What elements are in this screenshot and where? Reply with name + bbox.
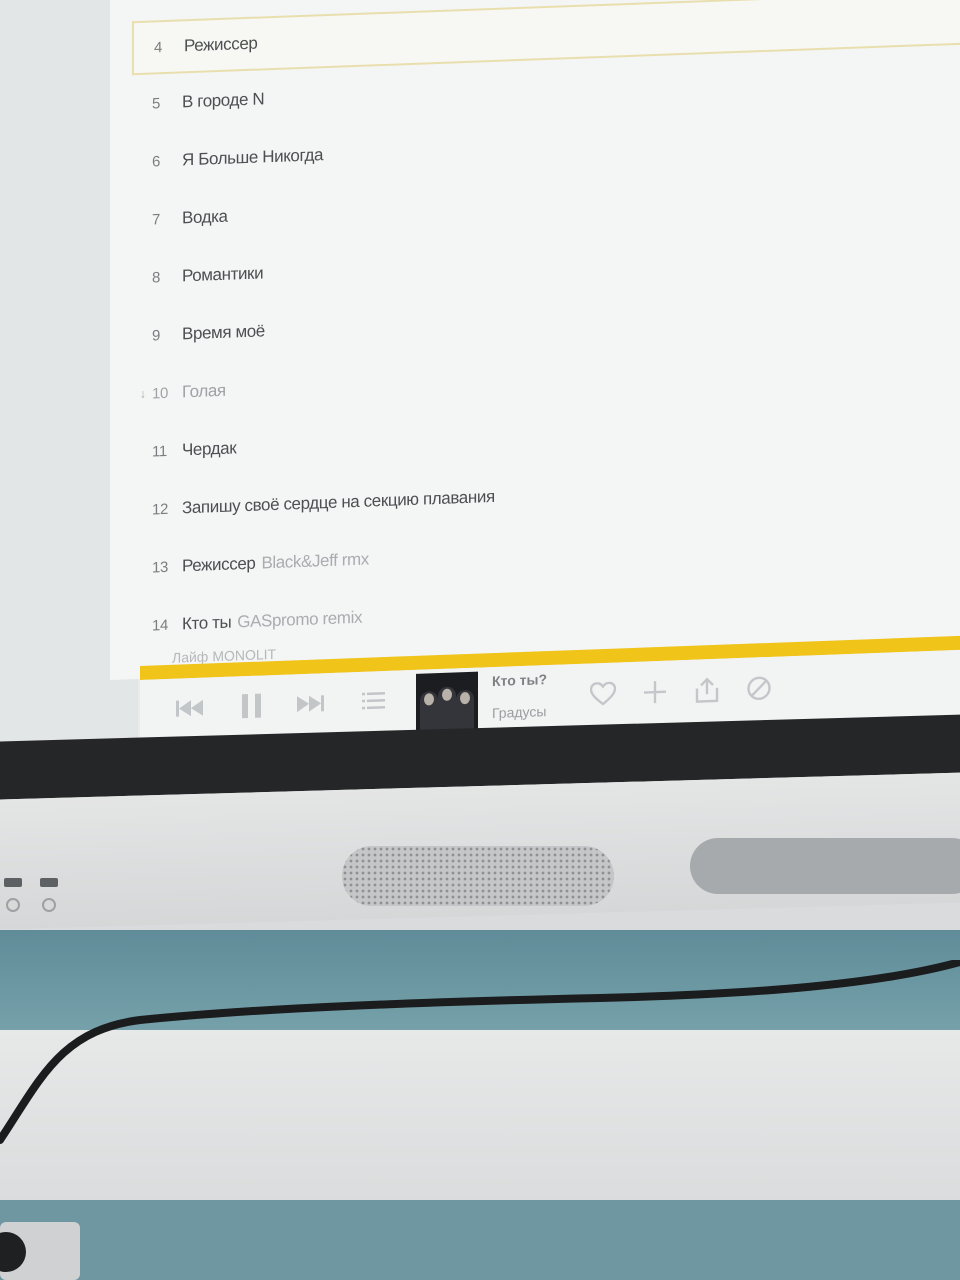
track-title: Режиссер <box>182 553 256 576</box>
track-title: Романтики <box>182 263 264 286</box>
track-version: GASpromo remix <box>237 607 363 632</box>
skip-back-icon[interactable] <box>170 687 210 728</box>
desk-edge <box>0 1200 960 1280</box>
download-icon: ↓ <box>140 386 146 401</box>
track-title: Время моё <box>182 321 265 344</box>
track-version: Black&Jeff rmx <box>261 549 369 573</box>
track-number: 4 <box>154 38 162 56</box>
track-title: Голая <box>182 380 226 402</box>
track-title: Водка <box>182 206 228 228</box>
cable <box>0 960 960 1144</box>
track-title: Чердак <box>182 438 237 460</box>
block-icon[interactable] <box>744 673 774 704</box>
usb-port <box>4 878 22 887</box>
monitor-screen: 4 Режиссер 5 В городе N 6 Я Больше Никог… <box>0 0 960 790</box>
track-number: 8 <box>152 268 160 286</box>
monitor-slot <box>690 838 960 894</box>
usb-port <box>40 878 58 887</box>
track-number: 13 <box>152 558 168 576</box>
track-number: 11 <box>152 442 167 460</box>
track-list: 4 Режиссер 5 В городе N 6 Я Больше Никог… <box>110 0 960 681</box>
track-title: Запишу своё сердце на секцию плавания <box>182 486 495 518</box>
track-title: Режиссер <box>184 33 258 56</box>
plus-icon[interactable] <box>640 677 670 708</box>
track-number: 5 <box>152 94 160 112</box>
track-number: 14 <box>152 616 168 634</box>
now-playing-title[interactable]: Кто ты? <box>492 671 547 689</box>
now-playing-artist[interactable]: Градусы <box>492 703 546 721</box>
speaker-grille <box>342 846 614 906</box>
skip-forward-icon[interactable] <box>290 683 330 724</box>
port-led <box>6 898 20 912</box>
photo-scene: 4 Режиссер 5 В городе N 6 Я Больше Никог… <box>0 0 960 1280</box>
track-number: 9 <box>152 326 160 344</box>
track-number: 7 <box>152 210 160 228</box>
port-led <box>42 898 56 912</box>
track-number: 12 <box>152 500 168 518</box>
queue-list-icon[interactable] <box>354 681 394 722</box>
track-title: Я Больше Никогда <box>182 145 324 170</box>
share-icon[interactable] <box>692 675 722 706</box>
track-number: 6 <box>152 152 160 170</box>
pause-icon[interactable] <box>232 685 272 726</box>
track-title: В городе N <box>182 89 265 112</box>
track-title: Кто ты <box>182 612 232 634</box>
heart-icon[interactable] <box>588 678 618 709</box>
